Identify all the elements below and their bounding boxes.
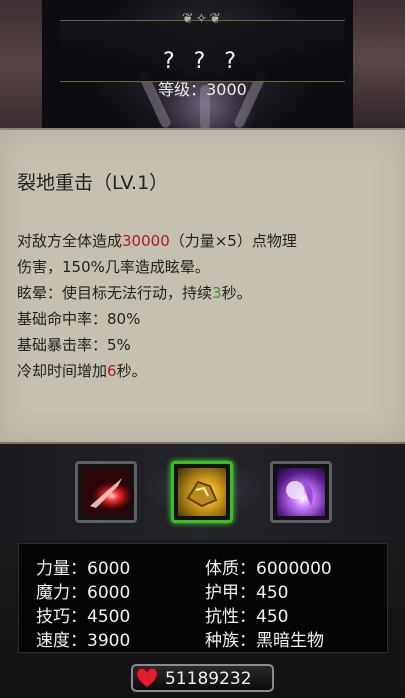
skill-slot-frame xyxy=(270,461,332,523)
hp-bar: 51189232 xyxy=(131,664,274,692)
monster-name: ? ? ? xyxy=(162,49,243,74)
skill-desc-text: 对敌方全体造成 xyxy=(17,232,123,250)
skill-slot-frame-selected xyxy=(171,461,233,523)
skill-desc-text: （力量×5）点物理 xyxy=(169,232,297,250)
stat-strength: 力量：6000 xyxy=(36,559,131,579)
stat-race: 种族：黑暗生物 xyxy=(205,631,324,651)
stat-speed: 速度：3900 xyxy=(36,631,131,651)
stat-magic: 魔力：6000 xyxy=(36,583,131,603)
stat-constitution: 体质：6000000 xyxy=(205,559,332,579)
stat-armor: 护甲：450 xyxy=(205,583,289,603)
red-slash-icon xyxy=(82,468,130,516)
skill-slot-frame xyxy=(75,461,137,523)
skill-desc-line: 对敌方全体造成30000（力量×5）点物理 xyxy=(17,228,392,254)
cooldown-line: 冷却时间增加6秒。 xyxy=(17,358,392,384)
skill-description-panel: 裂地重击（LV.1） 对敌方全体造成30000（力量×5）点物理 伤害，150%… xyxy=(0,128,405,444)
stat-resistance: 抗性：450 xyxy=(205,607,289,627)
skill-slot-1[interactable] xyxy=(75,461,137,523)
skill-damage-value: 30000 xyxy=(122,232,170,250)
hp-value: 51189232 xyxy=(165,669,252,689)
stun-duration-value: 3 xyxy=(212,284,222,302)
skill-desc-text: 眩晕：使目标无法行动，持续 xyxy=(17,284,213,302)
hit-rate: 基础命中率：80% xyxy=(17,310,141,328)
skill-desc-line: 伤害，150%几率造成眩晕。 xyxy=(17,258,210,276)
portrait-right-pillar xyxy=(353,0,405,128)
name-plate: ❦✧❦ ? ? ? 等级：3000 xyxy=(60,11,345,99)
cooldown-value: 6 xyxy=(107,362,117,380)
portrait-left-pillar xyxy=(0,0,42,128)
skill-title: 裂地重击（LV.1） xyxy=(17,172,169,194)
skill-desc-text: 冷却时间增加 xyxy=(17,362,108,380)
crit-rate: 基础暴击率：5% xyxy=(17,336,131,354)
skill-desc-text: 秒。 xyxy=(221,284,252,302)
monster-level: 等级：3000 xyxy=(158,80,247,99)
skill-icon-strip xyxy=(0,444,405,540)
skill-slot-2[interactable] xyxy=(171,461,233,523)
skill-desc-line: 眩晕：使目标无法行动，持续3秒。 xyxy=(17,280,392,306)
purple-orb-icon xyxy=(277,468,325,516)
skill-desc-text: 秒。 xyxy=(116,362,147,380)
skill-description: 对敌方全体造成30000（力量×5）点物理 伤害，150%几率造成眩晕。 眩晕：… xyxy=(17,228,392,384)
gold-rock-smash-icon xyxy=(178,468,226,516)
heart-icon xyxy=(136,668,158,688)
ornament-icon: ❦✧❦ xyxy=(181,11,224,27)
skill-slot-3[interactable] xyxy=(270,461,332,523)
stat-skill: 技巧：4500 xyxy=(36,607,131,627)
stats-panel: 力量：6000 魔力：6000 技巧：4500 速度：3900 体质：60000… xyxy=(18,543,388,653)
